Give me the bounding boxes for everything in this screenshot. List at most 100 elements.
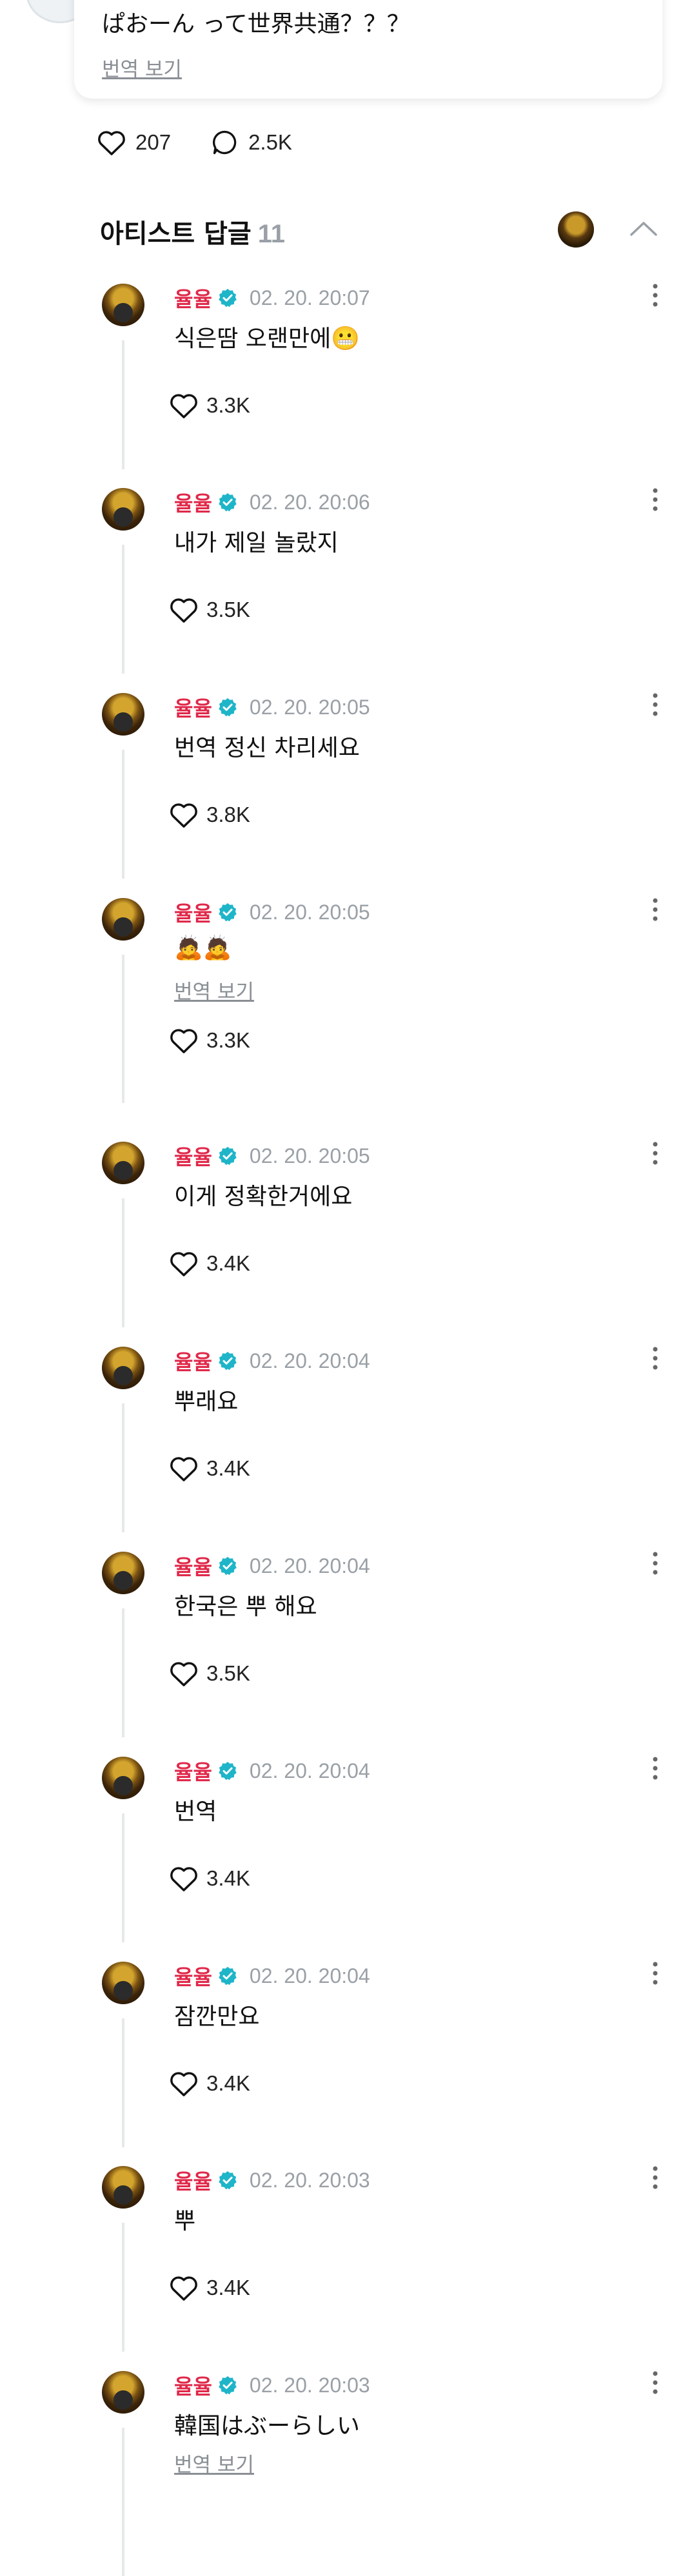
- comment-avatar[interactable]: [102, 488, 144, 531]
- comment-meta: 율율 02. 20. 20:04: [174, 1552, 370, 1580]
- comment-avatar[interactable]: [102, 1962, 144, 2004]
- post-translate-link[interactable]: 번역 보기: [102, 53, 182, 82]
- comment-avatar[interactable]: [102, 2371, 144, 2414]
- heart-icon: [170, 1252, 197, 1276]
- comment-meta: 율율 02. 20. 20:05: [174, 693, 370, 721]
- more-vertical-icon[interactable]: [651, 1960, 659, 1986]
- more-vertical-icon[interactable]: [651, 1550, 659, 1576]
- comment-author[interactable]: 율율: [174, 1346, 212, 1376]
- comment-timestamp: 02. 20. 20:03: [249, 2168, 370, 2192]
- thread-line: [122, 2223, 124, 2352]
- comment-avatar[interactable]: [102, 2166, 144, 2209]
- thread-line: [122, 1813, 124, 1942]
- comment-meta: 율율 02. 20. 20:04: [174, 1962, 370, 1990]
- artist-replies-header: 아티스트 답글 11: [100, 211, 666, 251]
- comment-avatar[interactable]: [102, 1142, 144, 1184]
- comment-author[interactable]: 율율: [174, 897, 212, 927]
- comment-avatar[interactable]: [102, 1347, 144, 1389]
- post-stats: 207 2.5K: [97, 126, 332, 159]
- thread-line: [122, 2018, 124, 2147]
- comment-timestamp: 02. 20. 20:05: [249, 695, 370, 719]
- comment-timestamp: 02. 20. 20:03: [249, 2373, 370, 2397]
- comment-avatar[interactable]: [102, 693, 144, 736]
- comment-like-count: 3.4K: [206, 2276, 250, 2299]
- heart-icon: [170, 2072, 197, 2096]
- verified-badge-icon: [219, 1147, 237, 1166]
- comment-like-count: 3.5K: [206, 598, 250, 621]
- comment-author[interactable]: 율율: [174, 692, 212, 722]
- comment-avatar[interactable]: [102, 898, 144, 941]
- comment-timestamp: 02. 20. 20:04: [249, 1554, 370, 1577]
- comment-timestamp: 02. 20. 20:06: [249, 490, 370, 514]
- comment-text: 내가 제일 놀랐지: [174, 530, 339, 556]
- comment-text: 🙇🙇: [174, 935, 232, 961]
- thread-line: [122, 955, 124, 1103]
- comment-text: 잠깐만요: [174, 2004, 260, 2030]
- comment-avatar[interactable]: [102, 1552, 144, 1594]
- more-vertical-icon[interactable]: [651, 2370, 659, 2395]
- comment-author[interactable]: 율율: [174, 2370, 212, 2400]
- comment-avatar[interactable]: [102, 284, 144, 326]
- more-vertical-icon[interactable]: [651, 1755, 659, 1781]
- comment-meta: 율율 02. 20. 20:03: [174, 2371, 370, 2399]
- thread-line: [122, 1198, 124, 1327]
- post-text: ぱおーん って世界共通？？？: [102, 11, 410, 37]
- comment-like-button[interactable]: 3.3K: [169, 392, 250, 419]
- comment-author[interactable]: 율율: [174, 1141, 212, 1171]
- comment-author[interactable]: 율율: [174, 283, 212, 313]
- verified-badge-icon: [219, 903, 237, 922]
- comment-author[interactable]: 율율: [174, 2165, 212, 2195]
- comment-like-button[interactable]: 3.4K: [169, 2070, 250, 2097]
- heart-icon: [170, 598, 197, 623]
- post-comment-button[interactable]: 2.5K: [211, 128, 292, 157]
- comment-text: 한국은 뿌 해요: [174, 1594, 317, 1620]
- heart-icon: [98, 131, 125, 155]
- comment-avatar[interactable]: [102, 1757, 144, 1799]
- comment-text: 韓国はぶーらしい: [174, 2413, 361, 2439]
- comment-like-count: 3.4K: [206, 1456, 250, 1480]
- verified-badge-icon: [219, 1967, 237, 1986]
- comment-timestamp: 02. 20. 20:04: [249, 1759, 370, 1782]
- verified-badge-icon: [219, 1557, 237, 1576]
- comment-author[interactable]: 율율: [174, 1551, 212, 1581]
- artist-replies-count: 11: [257, 220, 286, 248]
- post-like-button[interactable]: 207: [97, 129, 171, 156]
- comment-author[interactable]: 율율: [174, 1961, 212, 1991]
- comment-like-button[interactable]: 3.5K: [169, 1660, 250, 1687]
- thread-line: [122, 1403, 124, 1532]
- comment-timestamp: 02. 20. 20:07: [249, 286, 370, 309]
- comment-like-button[interactable]: 3.5K: [169, 596, 250, 623]
- comment-timestamp: 02. 20. 20:04: [249, 1964, 370, 1987]
- comment-meta: 율율 02. 20. 20:05: [174, 1142, 370, 1170]
- more-vertical-icon[interactable]: [651, 282, 659, 308]
- comment-like-button[interactable]: 3.4K: [169, 1250, 250, 1277]
- comment-text: 뿌: [174, 2208, 196, 2234]
- more-vertical-icon[interactable]: [651, 692, 659, 717]
- comment-like-button[interactable]: 3.8K: [169, 801, 250, 828]
- comment-author[interactable]: 율율: [174, 1756, 212, 1786]
- more-vertical-icon[interactable]: [651, 897, 659, 922]
- heart-icon: [170, 394, 197, 418]
- comment-like-button[interactable]: 3.4K: [169, 1865, 250, 1892]
- thread-line: [122, 340, 124, 469]
- comment-like-button[interactable]: 3.4K: [169, 2274, 250, 2301]
- comment-translate-link[interactable]: 번역 보기: [174, 2448, 254, 2477]
- heart-icon: [170, 2276, 197, 2301]
- heart-icon: [170, 1867, 197, 1891]
- thread-line: [122, 1608, 124, 1737]
- thread-line: [122, 750, 124, 879]
- verified-badge-icon: [219, 1762, 237, 1781]
- chevron-up-icon[interactable]: [629, 219, 658, 239]
- more-vertical-icon[interactable]: [651, 1140, 659, 1166]
- comment-like-count: 3.3K: [206, 393, 250, 417]
- comment-text: 번역 정신 차리세요: [174, 735, 360, 761]
- comment-like-button[interactable]: 3.3K: [169, 1027, 250, 1054]
- more-vertical-icon[interactable]: [651, 1345, 659, 1371]
- verified-badge-icon: [219, 493, 237, 512]
- more-vertical-icon[interactable]: [651, 2165, 659, 2191]
- artist-avatar[interactable]: [558, 211, 594, 248]
- comment-like-button[interactable]: 3.4K: [169, 1455, 250, 1482]
- more-vertical-icon[interactable]: [651, 487, 659, 512]
- comment-translate-link[interactable]: 번역 보기: [174, 975, 254, 1004]
- comment-author[interactable]: 율율: [174, 487, 212, 517]
